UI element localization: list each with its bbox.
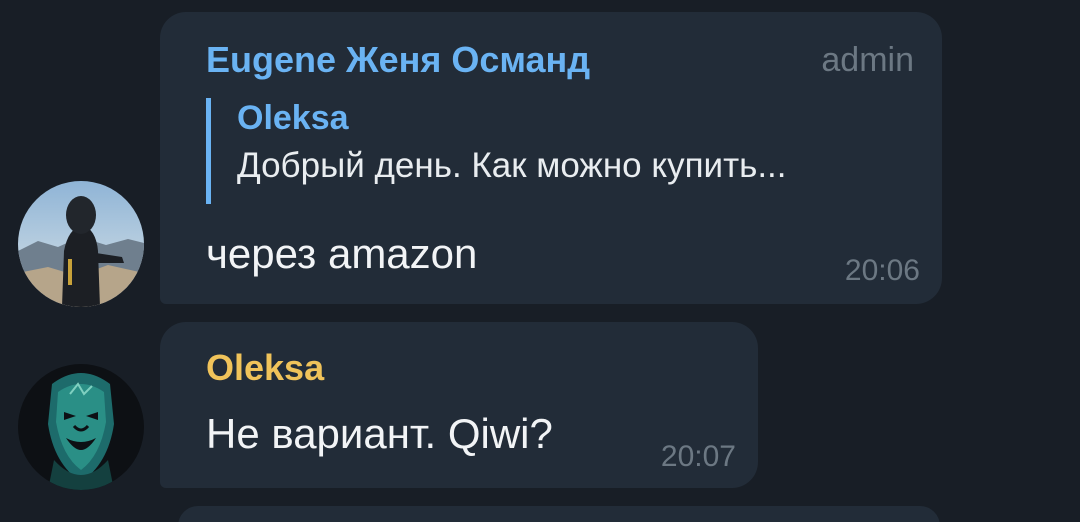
message-bubble-partial[interactable]: [178, 506, 940, 522]
mask-portrait-icon: [18, 364, 144, 490]
message-time: 20:06: [844, 254, 920, 287]
reply-sender-name: Oleksa: [237, 99, 349, 137]
admin-badge: admin: [821, 41, 914, 79]
message-text: через amazon: [206, 230, 478, 277]
hooded-person-photo-icon: [18, 181, 144, 307]
message-text: Не вариант. Qiwi?: [206, 410, 553, 457]
avatar-oleksa[interactable]: [18, 364, 144, 490]
chat-history: Eugene Женя Османд admin Oleksa Добрый д…: [0, 0, 1080, 522]
message-bubble[interactable]: Eugene Женя Османд admin Oleksa Добрый д…: [160, 12, 942, 304]
avatar-eugene[interactable]: [18, 181, 144, 307]
sender-name[interactable]: Oleksa: [206, 348, 324, 388]
message-bubble[interactable]: Oleksa Не вариант. Qiwi? 20:07: [160, 322, 758, 488]
sender-name[interactable]: Eugene Женя Османд: [206, 40, 590, 80]
reply-text: Добрый день. Как можно купить...: [237, 146, 787, 185]
reply-preview[interactable]: Oleksa Добрый день. Как можно купить...: [206, 98, 787, 204]
message-time: 20:07: [660, 440, 736, 473]
